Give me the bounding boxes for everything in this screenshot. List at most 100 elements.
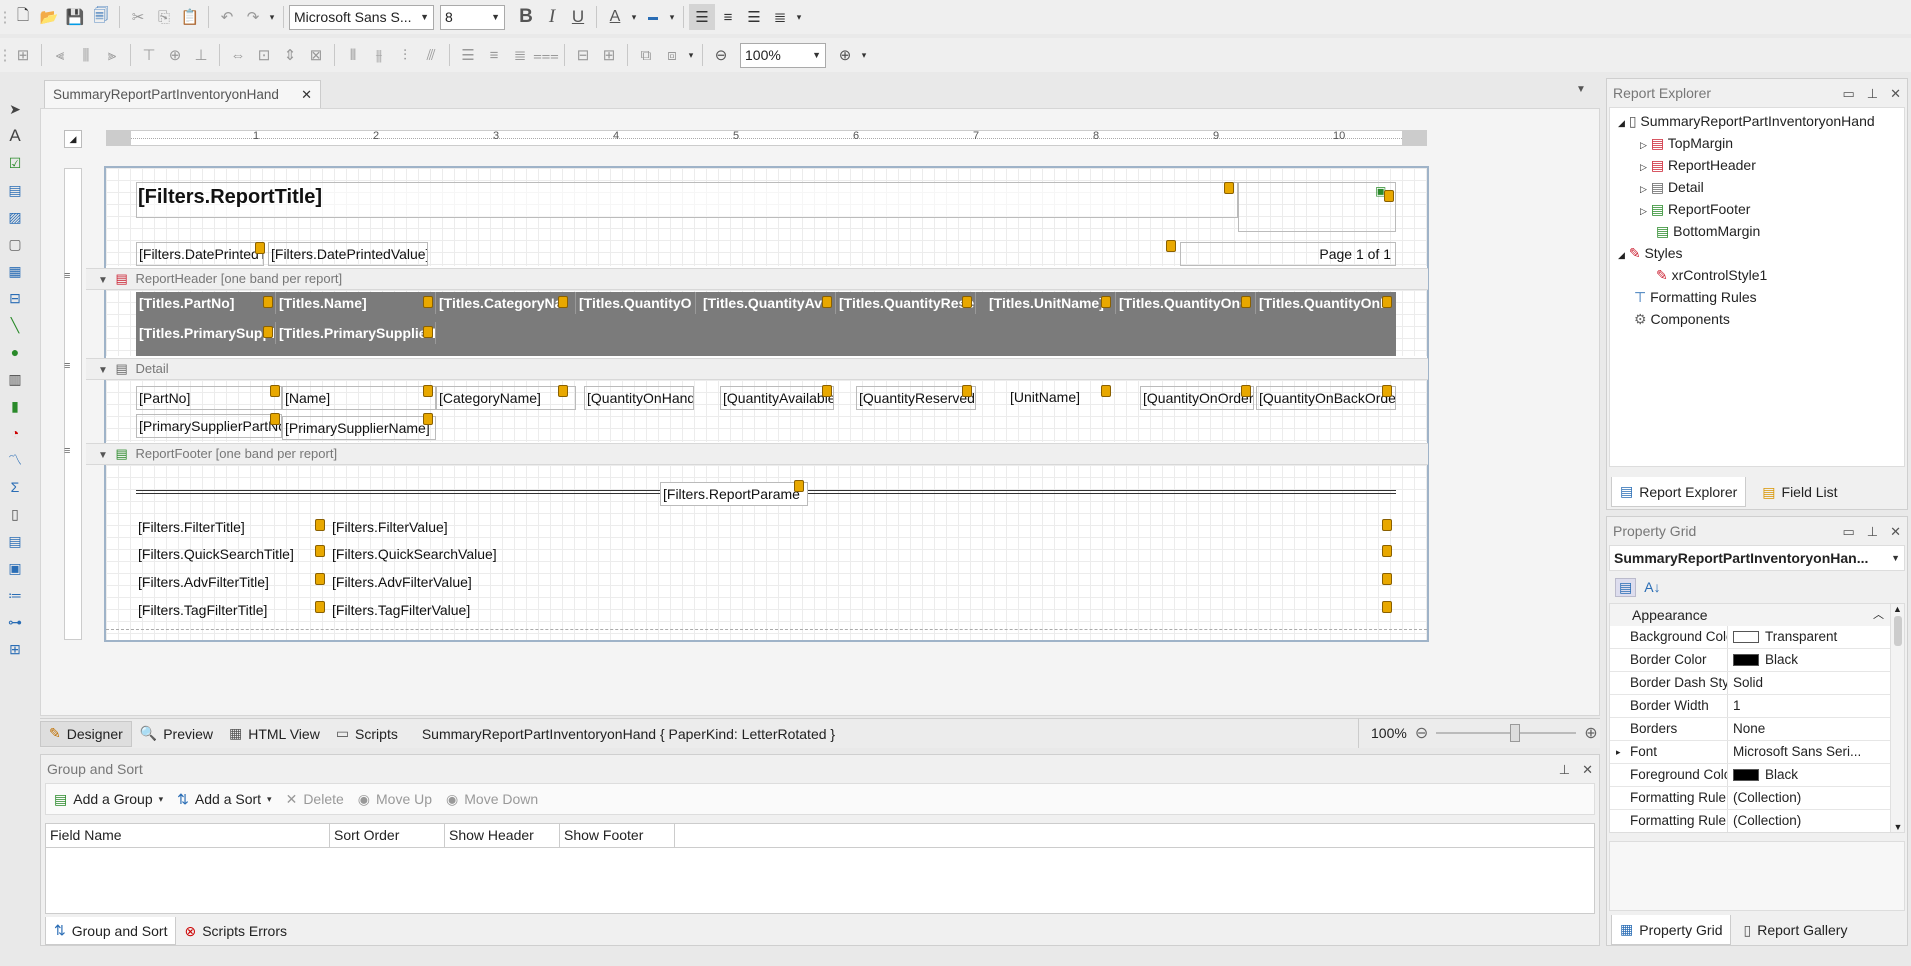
zoom-out-icon[interactable]: ⊖ bbox=[1415, 723, 1428, 743]
pointer-icon[interactable]: ➤ bbox=[4, 98, 26, 120]
tree-node-topmargin[interactable]: ▷ ▤ TopMargin bbox=[1610, 132, 1904, 154]
tab-document[interactable]: SummaryReportPartInventoryonHand ✕ bbox=[44, 80, 321, 108]
tree-node-detail[interactable]: ▷ ▤ Detail bbox=[1610, 176, 1904, 198]
bold-button[interactable]: B bbox=[513, 4, 539, 30]
align-bottoms-icon[interactable]: ⊥ bbox=[188, 42, 214, 68]
italic-button[interactable]: I bbox=[539, 4, 565, 30]
tree-node-styles[interactable]: ◢ ✎ Styles bbox=[1610, 242, 1904, 264]
header-cell[interactable]: [Titles.QuantityOnO bbox=[1116, 292, 1256, 314]
tab-report-explorer[interactable]: ▤ Report Explorer bbox=[1611, 477, 1747, 507]
header-cell[interactable]: [Titles.QuantityO bbox=[576, 292, 696, 314]
expand-icon[interactable]: ▷ bbox=[1640, 184, 1647, 194]
filter-title-field[interactable]: [Filters.AdvFilterTitle] bbox=[136, 571, 326, 593]
detail-cell[interactable]: [PrimarySupplierName] bbox=[282, 416, 436, 440]
pin-icon[interactable]: ⊥ bbox=[1867, 524, 1878, 539]
cross-band-tool-icon[interactable]: ⊞ bbox=[4, 638, 26, 660]
tree-node-reportheader[interactable]: ▷ ▤ ReportHeader bbox=[1610, 154, 1904, 176]
delete-button[interactable]: ✕ Delete bbox=[286, 791, 344, 808]
underline-button[interactable]: U bbox=[565, 4, 591, 30]
report-title-field[interactable]: [Filters.ReportTitle] bbox=[138, 186, 322, 209]
expand-icon[interactable]: ▷ bbox=[1640, 206, 1647, 216]
header-cell[interactable]: [Titles.QuantityAva bbox=[700, 292, 836, 314]
header-cell[interactable]: [Titles.QuantityRese bbox=[836, 292, 976, 314]
tab-group-sort[interactable]: ⇅ Group and Sort bbox=[45, 917, 177, 945]
pin-icon[interactable]: ⊥ bbox=[1867, 86, 1878, 101]
h-spacing-remove-icon[interactable]: ⫻ bbox=[418, 42, 444, 68]
header-cell[interactable]: [Titles.PrimarySuppl bbox=[136, 322, 276, 344]
categorized-icon[interactable]: ▤ bbox=[1615, 577, 1637, 597]
filter-title-field[interactable]: [Filters.QuickSearchTitle] bbox=[136, 543, 326, 565]
tab-list-dropdown-icon[interactable]: ▼ bbox=[1576, 84, 1586, 95]
close-icon[interactable]: ✕ bbox=[1890, 86, 1901, 101]
gauge-tool-icon[interactable]: ◔ bbox=[4, 422, 26, 444]
align-right-icon[interactable]: ☰ bbox=[741, 4, 767, 30]
header-cell[interactable]: [Titles.UnitName] bbox=[986, 292, 1116, 314]
collapse-icon[interactable]: ▼ bbox=[98, 450, 108, 461]
collapse-icon[interactable]: ▼ bbox=[98, 365, 108, 376]
align-center-icon[interactable]: ≡ bbox=[715, 4, 741, 30]
v-spacing-remove-icon[interactable]: ⩶ bbox=[533, 42, 559, 68]
save-all-icon[interactable]: 🗐 bbox=[88, 4, 114, 30]
v-spacing-equal-icon[interactable]: ☰ bbox=[455, 42, 481, 68]
add-group-button[interactable]: ▤ Add a Group ▾ bbox=[54, 791, 163, 808]
send-to-back-icon[interactable]: ⧈ bbox=[659, 42, 685, 68]
tab-designer[interactable]: ✎ Designer bbox=[40, 720, 132, 747]
filter-title-field[interactable]: [Filters.TagFilterTitle] bbox=[136, 599, 326, 621]
font-color-button[interactable]: A bbox=[602, 4, 628, 30]
toolbar-overflow-icon[interactable]: ▾ bbox=[793, 4, 805, 30]
ruler-corner-button[interactable]: ◢ bbox=[64, 130, 82, 148]
detail-cell[interactable]: [QuantityOnOrder bbox=[1140, 386, 1254, 410]
date-printed-title-field[interactable]: [Filters.DatePrintedTi bbox=[136, 242, 264, 266]
tab-scripts[interactable]: ▭ Scripts bbox=[328, 720, 406, 748]
toolbar-overflow-icon[interactable]: ▾ bbox=[266, 4, 278, 30]
h-spacing-increase-icon[interactable]: ⫵ bbox=[366, 42, 392, 68]
panel-tool-icon[interactable]: ▢ bbox=[4, 233, 26, 255]
header-cell[interactable]: [Titles.PartNo] bbox=[136, 292, 276, 314]
alphabetical-icon[interactable]: A↓ bbox=[1644, 579, 1660, 595]
band-header-detail[interactable]: ▼ ▤ Detail bbox=[86, 358, 1428, 380]
collapse-icon[interactable]: ◢ bbox=[1618, 118, 1625, 128]
font-size-select[interactable]: 8 ▼ bbox=[440, 4, 505, 30]
barcode-tool-icon[interactable]: ▥ bbox=[4, 368, 26, 390]
band-grip-icon[interactable]: ≡ bbox=[64, 445, 70, 457]
band-grip-icon[interactable]: ≡ bbox=[64, 270, 70, 282]
scroll-down-icon[interactable]: ▼ bbox=[1891, 822, 1904, 832]
new-file-icon[interactable]: 🗋 bbox=[10, 4, 36, 30]
page-info-tool-icon[interactable]: ▯ bbox=[4, 503, 26, 525]
center-horizontally-icon[interactable]: ⊟ bbox=[570, 42, 596, 68]
tree-node-formatting-rules[interactable]: ⊤ Formatting Rules bbox=[1610, 286, 1904, 308]
property-row[interactable]: Formatting Rule (Collection) bbox=[1610, 787, 1904, 810]
tree-node-root[interactable]: ◢ ▯ SummaryReportPartInventoryonHand bbox=[1610, 110, 1904, 132]
report-params-field[interactable]: [Filters.ReportParame bbox=[660, 482, 808, 506]
same-size-icon[interactable]: ⊠ bbox=[303, 42, 329, 68]
filter-value-field[interactable]: [Filters.FilterValue] bbox=[330, 516, 530, 538]
align-rights-icon[interactable]: ⫸ bbox=[99, 42, 125, 68]
h-spacing-decrease-icon[interactable]: ⫶ bbox=[392, 42, 418, 68]
collapse-icon[interactable]: ▼ bbox=[98, 275, 108, 286]
v-spacing-increase-icon[interactable]: ≡ bbox=[481, 42, 507, 68]
expand-icon[interactable]: ▷ bbox=[1640, 162, 1647, 172]
page-info-field[interactable]: Page 1 of 1 bbox=[1180, 242, 1396, 266]
align-to-grid-icon[interactable]: ⊞ bbox=[10, 42, 36, 68]
checkbox-tool-icon[interactable]: ☑ bbox=[4, 152, 26, 174]
richtext-tool-icon[interactable]: ▤ bbox=[4, 179, 26, 201]
center-vertically-icon[interactable]: ⊞ bbox=[596, 42, 622, 68]
character-comb-icon[interactable]: ⊟ bbox=[4, 287, 26, 309]
shape-tool-icon[interactable]: ● bbox=[4, 341, 26, 363]
size-to-grid-icon[interactable]: ⊡ bbox=[251, 42, 277, 68]
move-up-button[interactable]: ◉ Move Up bbox=[358, 791, 432, 808]
band-header-reportfooter[interactable]: ▼ ▤ ReportFooter [one band per report] bbox=[86, 443, 1428, 465]
zoom-slider-track[interactable] bbox=[1436, 724, 1577, 742]
paste-icon[interactable]: 📋 bbox=[177, 4, 203, 30]
category-appearance[interactable]: Appearance ︿ bbox=[1610, 604, 1904, 626]
undo-icon[interactable]: ↶ bbox=[214, 4, 240, 30]
back-color-icon[interactable]: ▬ bbox=[640, 4, 666, 30]
tree-node-bottommargin[interactable]: ▤ BottomMargin bbox=[1610, 220, 1904, 242]
tree-node-components[interactable]: ⚙ Components bbox=[1610, 308, 1904, 330]
line-tool-icon[interactable]: ╲ bbox=[4, 314, 26, 336]
redo-icon[interactable]: ↷ bbox=[240, 4, 266, 30]
object-selector[interactable]: SummaryReportPartInventoryonHan... ▼ bbox=[1609, 545, 1905, 571]
zoom-in-icon[interactable]: ⊕ bbox=[832, 42, 858, 68]
header-cell[interactable]: [Titles.QuantityOnB bbox=[1256, 292, 1396, 314]
property-row[interactable]: Background Colo Transparent bbox=[1610, 626, 1904, 649]
